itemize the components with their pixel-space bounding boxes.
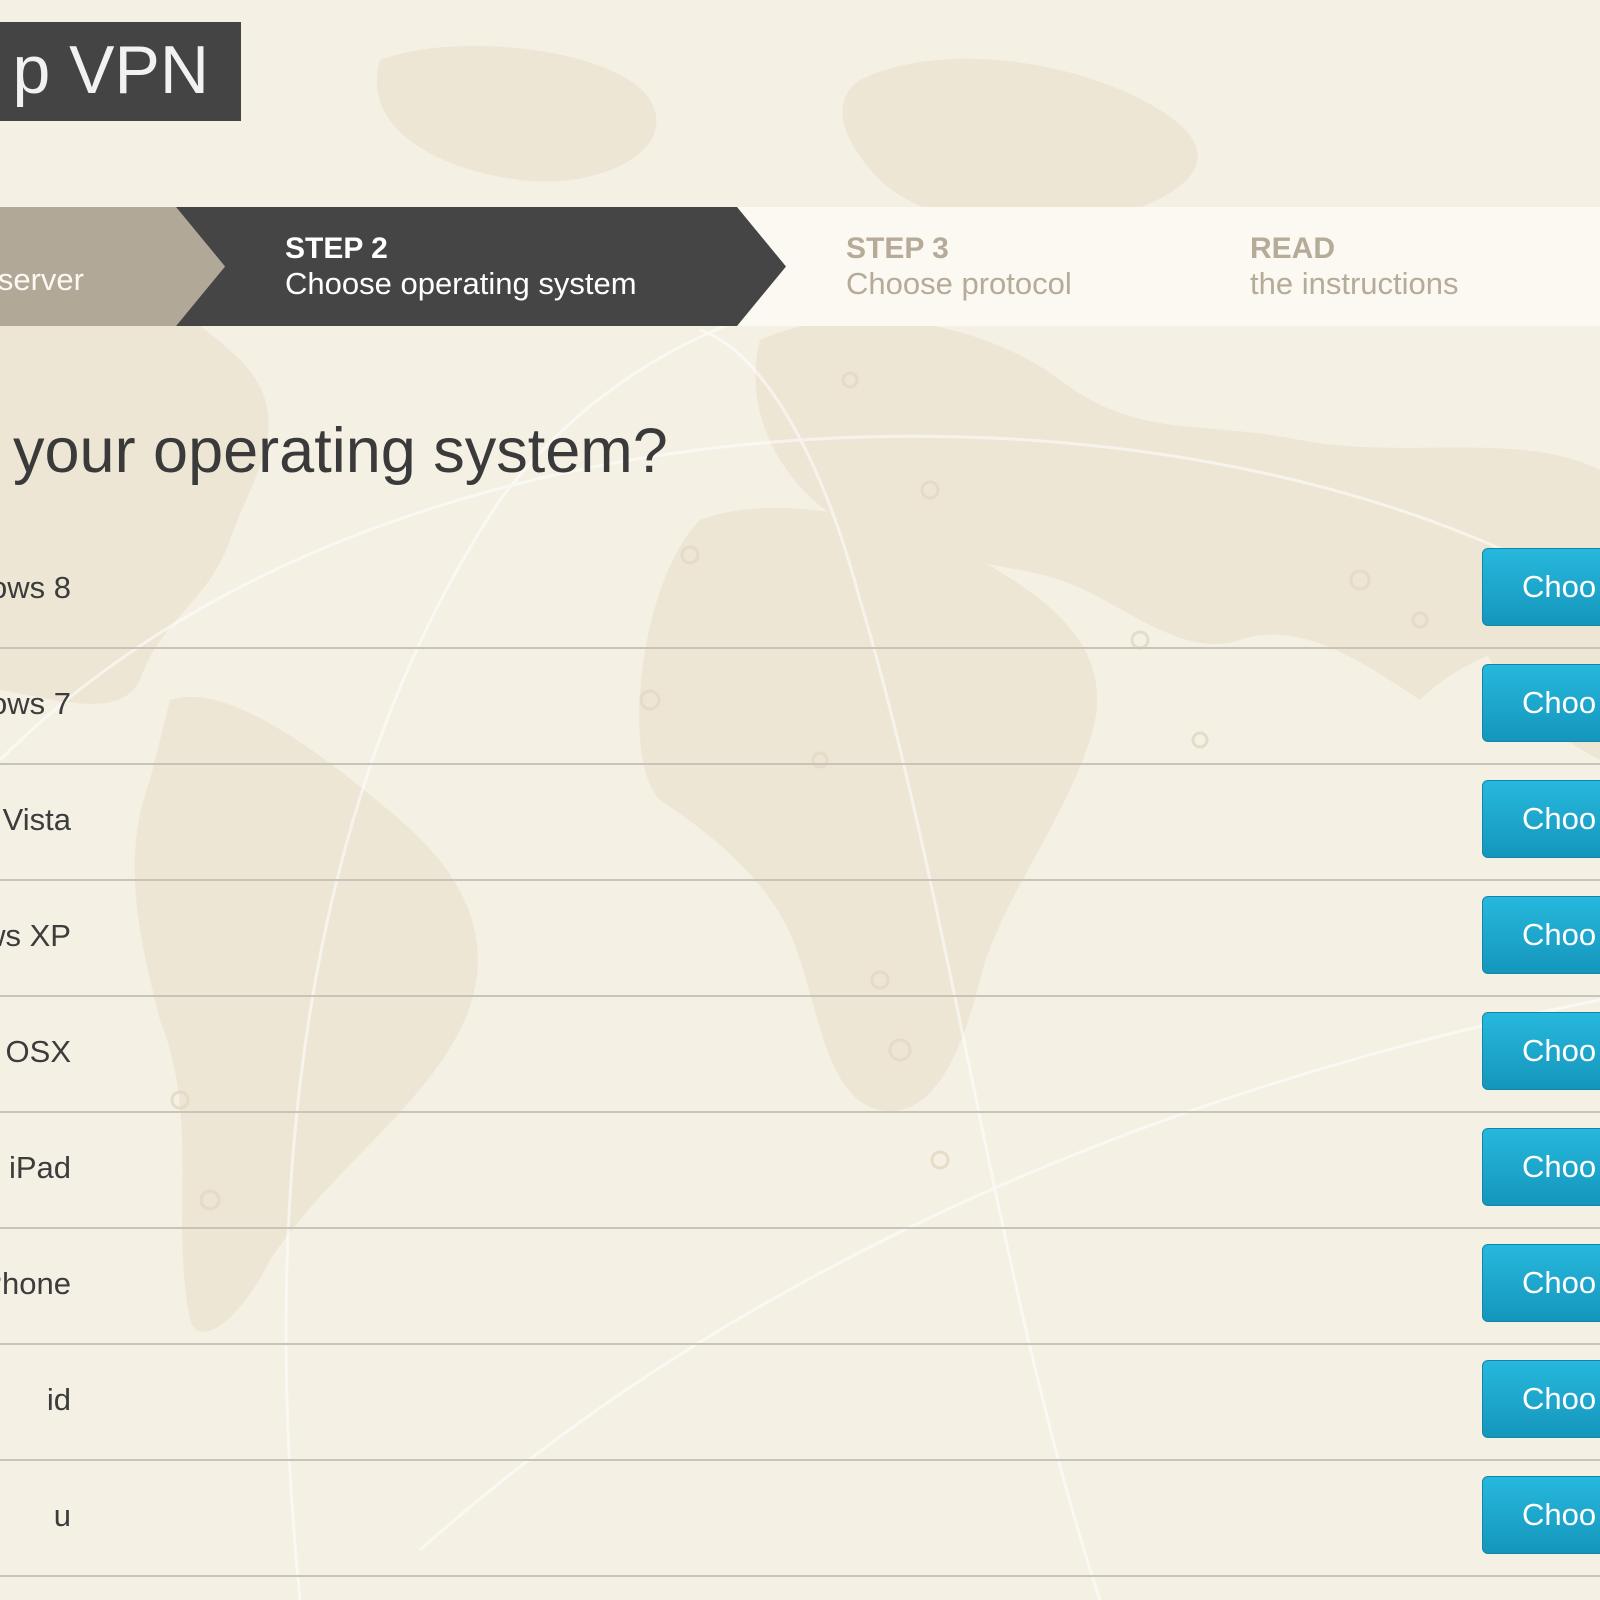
- choose-button[interactable]: Choo: [1482, 780, 1600, 858]
- step-2: STEP 2 Choose operating system: [285, 232, 637, 302]
- choose-button[interactable]: Choo: [1482, 896, 1600, 974]
- step-2-title: STEP 2: [285, 232, 388, 265]
- app-title-box: p VPN: [0, 22, 241, 121]
- os-label: ows XP: [0, 918, 71, 953]
- os-label: iPhone: [0, 1266, 71, 1301]
- os-row-windows-xp: ows XP Choo: [0, 881, 1600, 997]
- step-read: READ the instructions: [1250, 232, 1459, 302]
- os-row-windows-7: ows 7 Choo: [0, 649, 1600, 765]
- os-row-osx: OSX Choo: [0, 997, 1600, 1113]
- os-row-windows-8: ows 8 Choo: [0, 533, 1600, 649]
- choose-button[interactable]: Choo: [1482, 664, 1600, 742]
- choose-button[interactable]: Choo: [1482, 1012, 1600, 1090]
- step-2-label: Choose operating system: [285, 266, 637, 301]
- os-label: iPad: [8, 1150, 71, 1185]
- os-row-ipad: iPad Choo: [0, 1113, 1600, 1229]
- step-read-label: the instructions: [1250, 266, 1459, 301]
- choose-button[interactable]: Choo: [1482, 1244, 1600, 1322]
- app-title: p VPN: [12, 32, 209, 108]
- choose-button[interactable]: Choo: [1482, 1128, 1600, 1206]
- os-list: ows 8 Choo ows 7 Choo ows Vista Choo ows…: [0, 533, 1600, 1577]
- os-label: id: [46, 1382, 71, 1417]
- os-label: u: [53, 1498, 71, 1533]
- page-heading: is your operating system?: [0, 416, 668, 486]
- step-1[interactable]: e server: [0, 262, 84, 298]
- os-label: ows Vista: [0, 802, 71, 837]
- os-label: OSX: [5, 1034, 71, 1069]
- os-label: ows 7: [0, 686, 71, 721]
- choose-button[interactable]: Choo: [1482, 1476, 1600, 1554]
- os-row-android: id Choo: [0, 1345, 1600, 1461]
- os-label: ows 8: [0, 570, 71, 605]
- step-3-label: Choose protocol: [846, 266, 1072, 301]
- os-row-windows-vista: ows Vista Choo: [0, 765, 1600, 881]
- os-row-ubuntu: u Choo: [0, 1461, 1600, 1577]
- step-3: STEP 3 Choose protocol: [846, 232, 1072, 302]
- step-read-title: READ: [1250, 232, 1336, 265]
- os-row-iphone: iPhone Choo: [0, 1229, 1600, 1345]
- step-1-label: e server: [0, 262, 84, 297]
- choose-button[interactable]: Choo: [1482, 548, 1600, 626]
- step-3-title: STEP 3: [846, 232, 949, 265]
- choose-button[interactable]: Choo: [1482, 1360, 1600, 1438]
